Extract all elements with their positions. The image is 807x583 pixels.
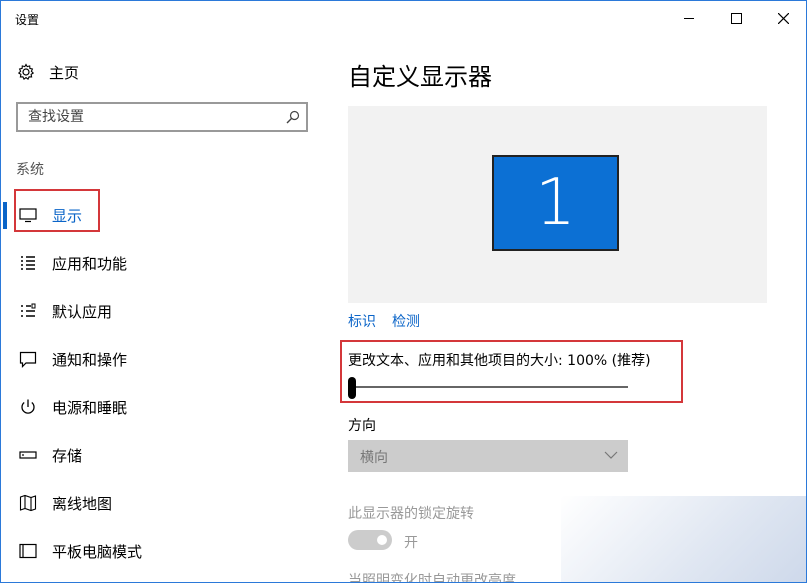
search-input[interactable] bbox=[18, 104, 278, 130]
rotation-lock-state: 开 bbox=[404, 535, 418, 551]
settings-window: 设置 主页 系统 显示 应用和功能 bbox=[0, 0, 807, 583]
maximize-button[interactable] bbox=[713, 1, 759, 35]
minimize-button[interactable] bbox=[666, 1, 712, 35]
sidebar-item-label: 默认应用 bbox=[52, 302, 113, 321]
sidebar-item-apps-features[interactable]: 应用和功能 bbox=[1, 248, 321, 278]
search-box[interactable] bbox=[16, 102, 308, 132]
auto-brightness-label: 当照明变化时自动更改亮度 bbox=[348, 573, 516, 583]
sidebar-item-label: 电源和睡眠 bbox=[52, 398, 128, 417]
section-label-system: 系统 bbox=[16, 162, 44, 178]
slider-thumb[interactable] bbox=[348, 377, 356, 399]
gear-icon bbox=[17, 63, 35, 81]
monitor-tile[interactable]: 1 bbox=[492, 155, 619, 251]
default-apps-icon bbox=[19, 302, 37, 320]
maximize-icon bbox=[730, 12, 742, 24]
sidebar-item-label: 平板电脑模式 bbox=[52, 542, 143, 561]
close-icon bbox=[777, 12, 789, 24]
detect-link[interactable]: 检测 bbox=[392, 314, 420, 330]
sidebar-item-offline-maps[interactable]: 离线地图 bbox=[1, 488, 321, 518]
sidebar-item-display[interactable]: 显示 bbox=[1, 200, 321, 230]
sidebar-item-label: 通知和操作 bbox=[52, 350, 128, 369]
slider-track bbox=[348, 386, 628, 388]
toggle-knob bbox=[377, 535, 387, 545]
rotation-lock-label: 此显示器的锁定旋转 bbox=[348, 506, 474, 522]
display-links: 标识 检测 bbox=[348, 311, 436, 331]
tablet-icon bbox=[19, 542, 37, 560]
orientation-value: 横向 bbox=[360, 450, 388, 466]
sidebar-item-storage[interactable]: 存储 bbox=[1, 440, 321, 470]
map-icon bbox=[19, 494, 37, 512]
monitor-number: 1 bbox=[535, 166, 576, 240]
orientation-dropdown[interactable]: 横向 bbox=[348, 440, 628, 472]
sidebar-item-notifications[interactable]: 通知和操作 bbox=[1, 344, 321, 374]
storage-icon bbox=[19, 446, 37, 464]
window-title: 设置 bbox=[15, 13, 40, 27]
chevron-down-icon bbox=[604, 451, 618, 459]
close-button[interactable] bbox=[760, 1, 806, 35]
page-title: 自定义显示器 bbox=[348, 63, 492, 91]
sidebar-item-tablet-mode[interactable]: 平板电脑模式 bbox=[1, 536, 321, 566]
sidebar-item-default-apps[interactable]: 默认应用 bbox=[1, 296, 321, 326]
list-icon bbox=[19, 254, 37, 272]
title-bar: 设置 bbox=[1, 1, 806, 35]
sidebar-item-label: 显示 bbox=[52, 206, 83, 225]
power-icon bbox=[19, 398, 37, 416]
notification-icon bbox=[19, 350, 37, 368]
sidebar-item-power-sleep[interactable]: 电源和睡眠 bbox=[1, 392, 321, 422]
minimize-icon bbox=[684, 17, 694, 19]
home-label: 主页 bbox=[49, 63, 80, 82]
display-preview-area: 1 bbox=[348, 106, 767, 303]
sidebar-item-label: 离线地图 bbox=[52, 494, 113, 513]
rotation-lock-toggle[interactable] bbox=[348, 530, 392, 550]
search-icon[interactable] bbox=[286, 110, 300, 124]
orientation-label: 方向 bbox=[348, 418, 376, 434]
scale-slider[interactable] bbox=[348, 373, 628, 401]
monitor-icon bbox=[19, 206, 37, 224]
sidebar-item-label: 存储 bbox=[52, 446, 83, 465]
sidebar-item-label: 应用和功能 bbox=[52, 254, 128, 273]
identify-link[interactable]: 标识 bbox=[348, 314, 376, 330]
scale-label: 更改文本、应用和其他项目的大小: 100% (推荐) bbox=[348, 353, 651, 369]
watermark-overlay bbox=[561, 496, 806, 582]
home-link[interactable]: 主页 bbox=[17, 59, 79, 85]
